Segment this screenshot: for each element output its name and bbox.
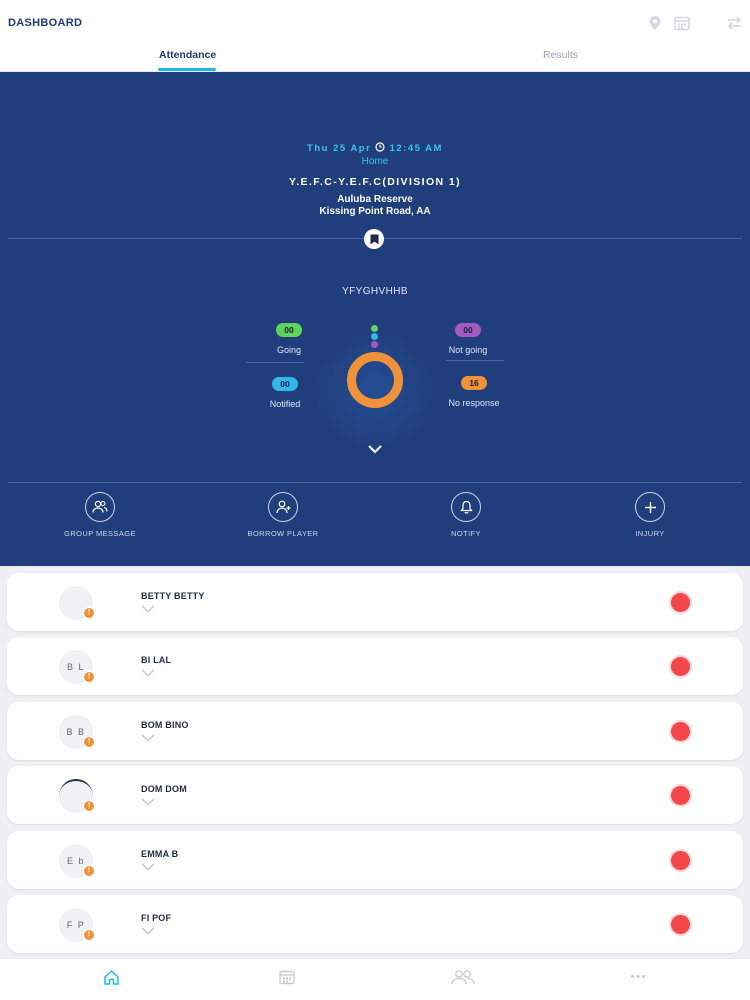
plus-icon xyxy=(644,501,656,513)
player-name: BOM BINO xyxy=(141,720,189,730)
player-card[interactable]: ! DOM DOM xyxy=(7,766,743,824)
attendance-donut xyxy=(347,352,403,408)
warning-badge-icon: ! xyxy=(83,865,95,877)
going-label: Going xyxy=(276,345,302,355)
chevron-down-icon[interactable] xyxy=(141,605,155,613)
chevron-down-icon[interactable] xyxy=(141,734,155,742)
stat-going[interactable]: 00 Going xyxy=(249,320,329,355)
bottom-nav xyxy=(0,958,750,1000)
venue-name: Auluba Reserve xyxy=(337,194,413,205)
team-name: YFYGHVHHB xyxy=(342,286,408,297)
player-card[interactable]: ! BETTY BETTY xyxy=(7,573,743,631)
clock-icon xyxy=(375,142,386,152)
warning-badge-icon: ! xyxy=(83,736,95,748)
no-response-count: 16 xyxy=(461,376,487,390)
notified-count: 00 xyxy=(272,377,298,391)
event-location-type: Home xyxy=(361,156,389,167)
status-indicator[interactable] xyxy=(671,915,690,934)
not-going-count: 00 xyxy=(455,323,481,337)
notify-button[interactable]: NOTIFY xyxy=(406,492,526,538)
borrow-player-label: BORROW PLAYER xyxy=(247,529,319,538)
group-icon xyxy=(92,500,108,513)
more-icon[interactable] xyxy=(630,974,646,979)
calendar-icon[interactable] xyxy=(674,15,690,31)
player-name: DOM DOM xyxy=(141,784,187,794)
notify-label: NOTIFY xyxy=(451,529,481,538)
status-indicator[interactable] xyxy=(671,851,690,870)
stat-no-response[interactable]: 16 No response xyxy=(434,373,514,408)
chevron-down-icon[interactable] xyxy=(141,863,155,871)
player-card[interactable]: E b ! EMMA B xyxy=(7,831,743,889)
not-going-label: Not going xyxy=(448,345,488,355)
expand-chevron-icon[interactable] xyxy=(367,444,383,454)
group-message-button[interactable]: GROUP MESSAGE xyxy=(40,492,160,538)
group-message-circle xyxy=(85,492,115,522)
injury-label: INJURY xyxy=(635,529,665,538)
warning-badge-icon: ! xyxy=(83,800,95,812)
player-name: BETTY BETTY xyxy=(141,591,205,601)
status-indicator[interactable] xyxy=(671,786,690,805)
stat-notified[interactable]: 00 Notified xyxy=(245,374,325,409)
event-summary-panel: Thu 25 Apr 12:45 AM Home Y.E.F.C-Y.E.F.C… xyxy=(0,72,750,566)
stat-divider xyxy=(446,360,504,361)
chevron-down-icon[interactable] xyxy=(141,798,155,806)
bell-icon xyxy=(459,500,473,514)
page-title: DASHBOARD xyxy=(8,17,83,29)
player-name: BI LAL xyxy=(141,655,172,665)
player-name: EMMA B xyxy=(141,849,179,859)
bookmark-icon xyxy=(370,234,378,244)
top-bar: DASHBOARD xyxy=(0,0,750,42)
warning-badge-icon: ! xyxy=(83,671,95,683)
status-indicator[interactable] xyxy=(671,593,690,612)
going-count: 00 xyxy=(276,323,302,337)
bookmark-button[interactable] xyxy=(364,229,384,249)
borrow-player-circle xyxy=(268,492,298,522)
player-card[interactable]: F P ! FI POF xyxy=(7,895,743,953)
stat-divider xyxy=(246,362,304,363)
map-pin-icon[interactable] xyxy=(648,15,662,31)
tab-results[interactable]: Results xyxy=(543,49,578,61)
notified-dot xyxy=(371,333,378,340)
notified-label: Notified xyxy=(269,399,301,409)
not-going-dot xyxy=(371,341,378,348)
player-name: FI POF xyxy=(141,913,172,923)
chevron-down-icon[interactable] xyxy=(141,927,155,935)
borrow-player-button[interactable]: BORROW PLAYER xyxy=(223,492,343,538)
warning-badge-icon: ! xyxy=(83,607,95,619)
warning-badge-icon: ! xyxy=(83,929,95,941)
injury-circle xyxy=(635,492,665,522)
status-indicator[interactable] xyxy=(671,722,690,741)
status-indicator[interactable] xyxy=(671,657,690,676)
event-date: Thu 25 Apr xyxy=(307,143,372,154)
going-dot xyxy=(371,325,378,332)
stat-not-going[interactable]: 00 Not going xyxy=(428,320,508,355)
swap-icon[interactable] xyxy=(726,15,743,31)
tab-attendance[interactable]: Attendance xyxy=(159,49,216,61)
group-message-label: GROUP MESSAGE xyxy=(64,529,136,538)
tab-bar: Attendance Results xyxy=(0,42,750,72)
player-card[interactable]: B L ! BI LAL xyxy=(7,637,743,695)
event-datetime: Thu 25 Apr 12:45 AM xyxy=(0,142,750,154)
add-user-icon xyxy=(275,500,290,514)
divider xyxy=(8,482,742,483)
active-tab-indicator xyxy=(158,68,216,71)
home-icon[interactable] xyxy=(103,969,120,986)
people-icon[interactable] xyxy=(450,969,476,985)
player-card[interactable]: B B ! BOM BINO xyxy=(7,702,743,760)
venue-address: Kissing Point Road, AA xyxy=(319,206,431,217)
match-title: Y.E.F.C-Y.E.F.C(DIVISION 1) xyxy=(289,176,461,188)
event-time: 12:45 AM xyxy=(389,143,443,154)
injury-button[interactable]: INJURY xyxy=(590,492,710,538)
calendar-icon[interactable] xyxy=(279,969,295,985)
chevron-down-icon[interactable] xyxy=(141,669,155,677)
notify-circle xyxy=(451,492,481,522)
no-response-label: No response xyxy=(448,398,500,408)
